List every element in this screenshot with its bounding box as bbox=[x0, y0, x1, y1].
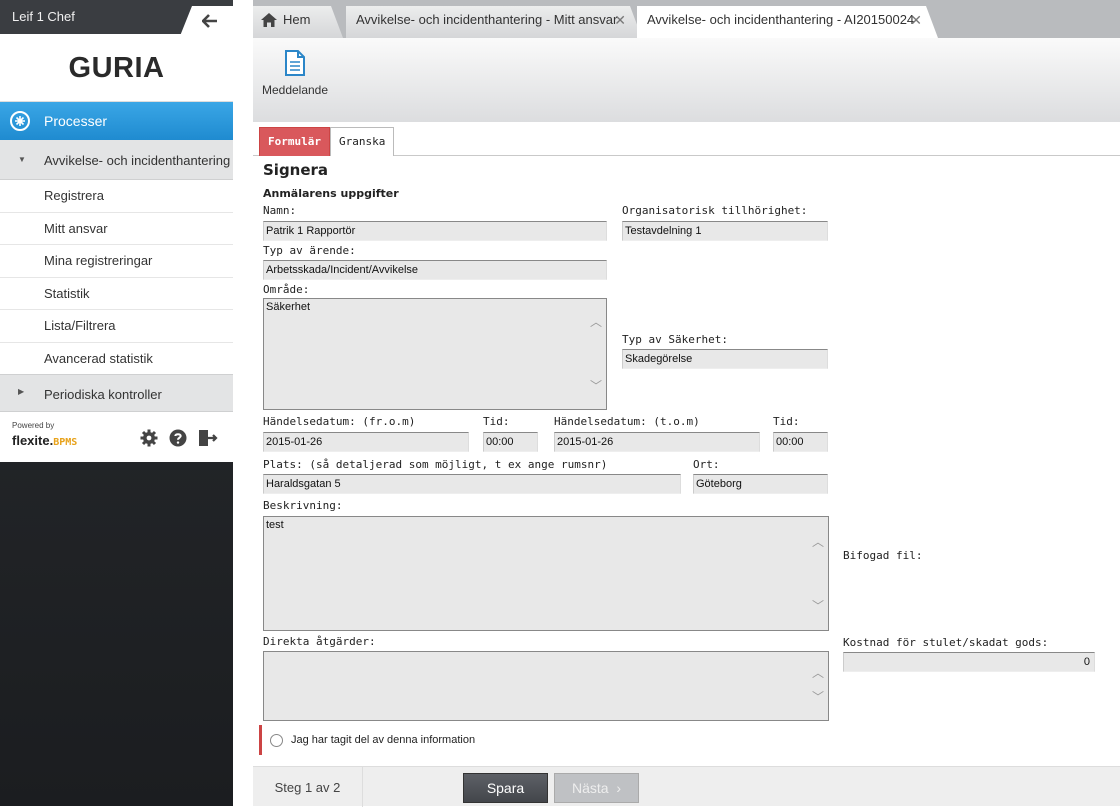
scroll-up-icon[interactable]: ︿ bbox=[812, 533, 824, 550]
time2-label: Tid: bbox=[773, 415, 800, 428]
place-field[interactable]: Haraldsgatan 5 bbox=[263, 474, 681, 494]
message-label: Meddelande bbox=[261, 83, 329, 97]
document-icon bbox=[285, 50, 305, 76]
form-heading: Signera bbox=[263, 161, 329, 179]
area-value: Säkerhet bbox=[266, 301, 311, 313]
arrow-left-icon bbox=[202, 14, 217, 28]
tab-mitt-ansvar[interactable]: Avvikelse- och incidenthantering - Mitt … bbox=[346, 6, 642, 38]
cost-field[interactable]: 0 bbox=[843, 652, 1095, 672]
city-field[interactable]: Göteborg bbox=[693, 474, 828, 494]
tab-mitt-ansvar-label: Avvikelse- och incidenthantering - Mitt … bbox=[356, 12, 618, 27]
close-icon[interactable]: ✕ bbox=[614, 6, 626, 34]
name-label: Namn: bbox=[263, 204, 297, 217]
home-icon bbox=[261, 13, 277, 27]
main-area: Hem Avvikelse- och incidenthantering - M… bbox=[253, 0, 1120, 807]
tab-formular[interactable]: Formulär bbox=[259, 127, 330, 157]
type-field[interactable]: Arbetsskada/Incident/Avvikelse bbox=[263, 260, 607, 280]
desc-label: Beskrivning: bbox=[263, 499, 343, 512]
logo-text: GURIA bbox=[68, 52, 165, 84]
sidebar-item-registrera[interactable]: Registrera bbox=[0, 180, 233, 213]
tab-hem-label: Hem bbox=[283, 12, 311, 27]
caret-down-icon: ▼ bbox=[18, 155, 26, 164]
scroll-down-icon[interactable]: ﹀ bbox=[812, 597, 824, 614]
sidebar-footer: Powered by flexite.BPMS bbox=[0, 412, 233, 462]
attachment-label: Bifogad fil: bbox=[843, 549, 923, 562]
area-label: Område: bbox=[263, 283, 310, 296]
chevron-right-icon: › bbox=[612, 780, 622, 796]
place-label: Plats: (så detaljerad som möjligt, t ex … bbox=[263, 458, 608, 471]
actions-textarea[interactable]: ︿ ﹀ bbox=[263, 651, 829, 721]
step-indicator: Steg 1 av 2 bbox=[253, 767, 363, 807]
sidebar-item-mina-registreringar[interactable]: Mina registreringar bbox=[0, 245, 233, 278]
date-from-label: Händelsedatum: (fr.o.m) bbox=[263, 415, 416, 428]
sidebar-item-avancerad-statistik[interactable]: Avancerad statistik bbox=[0, 343, 233, 375]
consent-radio[interactable] bbox=[270, 734, 283, 747]
powered-by-text: Powered by bbox=[12, 421, 55, 430]
consent-row[interactable]: Jag har tagit del av denna information bbox=[259, 725, 859, 755]
nav-group-label: Avvikelse- och incidenthantering bbox=[44, 153, 231, 168]
consent-label: Jag har tagit del av denna information bbox=[291, 734, 476, 746]
help-icon[interactable] bbox=[169, 429, 187, 447]
city-label: Ort: bbox=[693, 458, 720, 471]
area-textarea[interactable]: Säkerhet ︿ ﹀ bbox=[263, 298, 607, 410]
date-from-field[interactable]: 2015-01-26 bbox=[263, 432, 469, 452]
nav-processer-label: Processer bbox=[44, 113, 108, 129]
scroll-up-icon[interactable]: ︿ bbox=[590, 313, 602, 330]
processes-icon bbox=[10, 111, 30, 131]
tab-ai20150024[interactable]: Avvikelse- och incidenthantering - AI201… bbox=[637, 6, 938, 38]
type-label: Typ av ärende: bbox=[263, 244, 356, 257]
section-title: Anmälarens uppgifter bbox=[263, 187, 399, 200]
actions-label: Direkta åtgärder: bbox=[263, 635, 376, 648]
logo: GURIA bbox=[0, 34, 233, 102]
cost-label: Kostnad för stulet/skadat gods: bbox=[843, 636, 1049, 649]
next-button[interactable]: Nästa › bbox=[554, 773, 639, 803]
form: Signera Anmälarens uppgifter Namn: Patri… bbox=[253, 156, 1120, 766]
logout-icon[interactable] bbox=[198, 429, 218, 447]
sidebar: Leif 1 Chef GURIA Processer ▼ Avvikelse-… bbox=[0, 0, 233, 806]
desc-textarea[interactable]: test ︿ ﹀ bbox=[263, 516, 829, 631]
time1-label: Tid: bbox=[483, 415, 510, 428]
org-field[interactable]: Testavdelning 1 bbox=[622, 221, 828, 241]
scroll-down-icon[interactable]: ﹀ bbox=[590, 377, 602, 394]
form-tabs: Formulär Granska bbox=[253, 122, 1120, 157]
scroll-up-icon[interactable]: ︿ bbox=[812, 664, 824, 681]
message-button[interactable]: Meddelande bbox=[259, 50, 331, 97]
gear-icon[interactable] bbox=[140, 429, 158, 447]
date-to-field[interactable]: 2015-01-26 bbox=[554, 432, 760, 452]
desc-value: test bbox=[266, 519, 284, 531]
tab-granska[interactable]: Granska bbox=[330, 127, 395, 157]
user-name: Leif 1 Chef bbox=[12, 9, 75, 24]
nav-periodic-label: Periodiska kontroller bbox=[44, 387, 162, 402]
tab-ai20150024-label: Avvikelse- och incidenthantering - AI201… bbox=[647, 12, 915, 27]
sidebar-item-lista-filtrera[interactable]: Lista/Filtrera bbox=[0, 310, 233, 343]
org-label: Organisatorisk tillhörighet: bbox=[622, 204, 808, 217]
time1-field[interactable]: 00:00 bbox=[483, 432, 538, 452]
next-label: Nästa bbox=[571, 780, 609, 796]
safety-type-field[interactable]: Skadegörelse bbox=[622, 349, 828, 369]
scroll-down-icon[interactable]: ﹀ bbox=[812, 688, 824, 705]
brand-suffix: BPMS bbox=[53, 437, 78, 448]
nav-processer[interactable]: Processer bbox=[0, 102, 233, 140]
brand-name: flexite. bbox=[12, 433, 54, 448]
nav-periodiska-kontroller[interactable]: ▶ Periodiska kontroller bbox=[0, 374, 233, 412]
save-button[interactable]: Spara bbox=[463, 773, 548, 803]
nav-group-avvikelse[interactable]: ▼ Avvikelse- och incidenthantering bbox=[0, 140, 233, 180]
tab-bar: Hem Avvikelse- och incidenthantering - M… bbox=[253, 0, 1120, 38]
sidebar-item-mitt-ansvar[interactable]: Mitt ansvar bbox=[0, 213, 233, 245]
time2-field[interactable]: 00:00 bbox=[773, 432, 828, 452]
date-to-label: Händelsedatum: (t.o.m) bbox=[554, 415, 700, 428]
name-field[interactable]: Patrik 1 Rapportör bbox=[263, 221, 607, 241]
toolbar: Meddelande bbox=[253, 38, 1120, 122]
tab-hem[interactable]: Hem bbox=[253, 6, 343, 38]
bottom-bar: Steg 1 av 2 Spara Nästa › bbox=[253, 766, 1120, 807]
brand-logo: flexite.BPMS bbox=[12, 433, 77, 448]
sidebar-item-statistik[interactable]: Statistik bbox=[0, 278, 233, 310]
submenu: Registrera Mitt ansvar Mina registrering… bbox=[0, 180, 233, 375]
safety-type-label: Typ av Säkerhet: bbox=[622, 333, 728, 346]
caret-right-icon: ▶ bbox=[18, 387, 25, 396]
close-icon[interactable]: ✕ bbox=[910, 6, 922, 34]
